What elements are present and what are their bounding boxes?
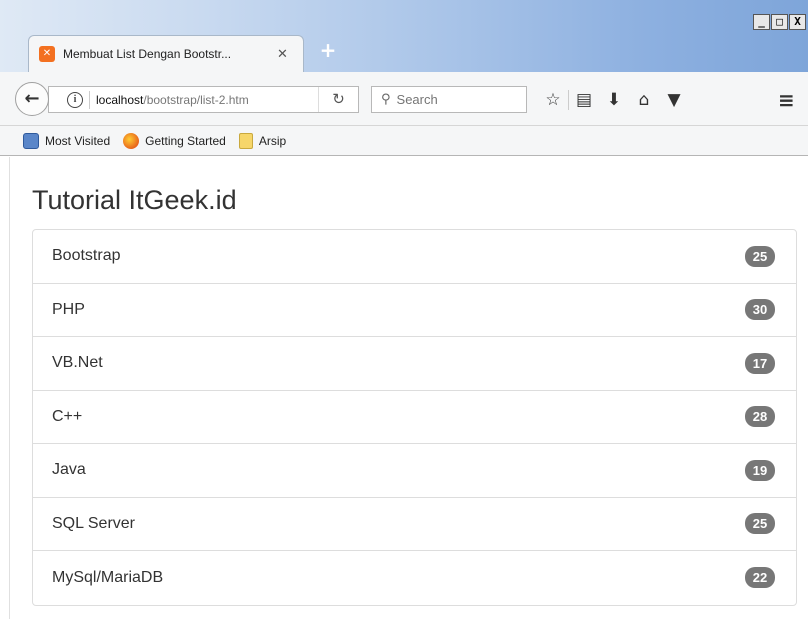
list-item-label: PHP: [52, 300, 85, 318]
folder-icon: [238, 132, 253, 149]
page-content: Tutorial ItGeek.id Bootstrap 25 PHP 30 V…: [9, 157, 808, 619]
menu-icon[interactable]: ≡: [778, 88, 795, 112]
list-item-label: MySql/MariaDB: [52, 568, 164, 586]
count-badge: 28: [745, 406, 775, 428]
count-badge: 30: [745, 299, 775, 321]
list-item[interactable]: SQL Server 25: [33, 498, 796, 551]
count-badge: 22: [745, 567, 775, 589]
reload-icon[interactable]: ↻: [318, 87, 358, 112]
most-visited-icon: [23, 132, 39, 149]
back-button[interactable]: ←: [15, 82, 49, 116]
list-item[interactable]: MySql/MariaDB 22: [33, 551, 796, 605]
home-icon[interactable]: ⌂: [629, 90, 659, 110]
page-title: Tutorial ItGeek.id: [32, 185, 237, 215]
list-item-label: SQL Server: [52, 514, 135, 532]
list-item-label: Bootstrap: [52, 247, 121, 265]
star-icon[interactable]: ☆: [538, 90, 568, 110]
list-item-label: VB.Net: [52, 354, 103, 372]
bookmark-arsip[interactable]: Arsip: [238, 132, 287, 149]
count-badge: 25: [745, 513, 775, 535]
list-item[interactable]: C++ 28: [33, 391, 796, 444]
close-tab-icon[interactable]: ✕: [277, 47, 288, 62]
url-separator: [89, 90, 90, 109]
list-item[interactable]: VB.Net 17: [33, 337, 796, 391]
url-bar[interactable]: i localhost/bootstrap/list-2.htm ↻: [48, 86, 359, 113]
list-item[interactable]: Java 19: [33, 444, 796, 498]
reading-list-icon[interactable]: ▤: [569, 90, 599, 110]
new-tab-button[interactable]: +: [316, 38, 340, 62]
pocket-icon[interactable]: ▼: [659, 90, 689, 110]
list-item[interactable]: Bootstrap 25: [33, 230, 796, 284]
info-icon[interactable]: i: [67, 91, 83, 108]
window-titlebar: _ □ X ✕ Membuat List Dengan Bootstr... ✕…: [0, 0, 808, 72]
bookmark-label: Arsip: [258, 133, 287, 148]
count-badge: 25: [745, 245, 775, 267]
count-badge: 19: [745, 459, 775, 481]
list-item-label: C++: [52, 407, 83, 425]
bookmark-label: Most Visited: [45, 133, 111, 148]
bookmark-most-visited[interactable]: Most Visited: [23, 132, 111, 149]
xampp-icon: ✕: [39, 46, 55, 62]
minimize-button[interactable]: _: [753, 14, 770, 30]
window-controls: _ □ X: [753, 14, 806, 30]
bookmark-getting-started[interactable]: Getting Started: [123, 132, 226, 149]
list-item-label: Java: [52, 461, 86, 479]
list-group: Bootstrap 25 PHP 30 VB.Net 17 C++ 28 Jav…: [32, 229, 797, 606]
bookmarks-bar: Most Visited Getting Started Arsip: [0, 126, 808, 156]
list-item[interactable]: PHP 30: [33, 284, 796, 337]
browser-tab[interactable]: ✕ Membuat List Dengan Bootstr... ✕: [28, 35, 304, 72]
search-box[interactable]: ⚲: [371, 86, 527, 113]
tab-title: Membuat List Dengan Bootstr...: [63, 47, 232, 61]
toolbar-icons: ☆ ▤ ⬇ ⌂ ▼: [538, 86, 689, 113]
count-badge: 17: [745, 352, 775, 374]
download-icon[interactable]: ⬇: [599, 90, 629, 110]
url-text[interactable]: localhost/bootstrap/list-2.htm: [96, 93, 249, 107]
firefox-icon: [123, 132, 140, 149]
close-window-button[interactable]: X: [789, 14, 806, 30]
search-icon: ⚲: [381, 92, 391, 107]
maximize-button[interactable]: □: [771, 14, 788, 30]
url-path: /bootstrap/list-2.htm: [143, 92, 249, 107]
url-host: localhost: [96, 92, 144, 107]
search-input[interactable]: [396, 92, 517, 107]
bookmark-label: Getting Started: [145, 133, 226, 148]
